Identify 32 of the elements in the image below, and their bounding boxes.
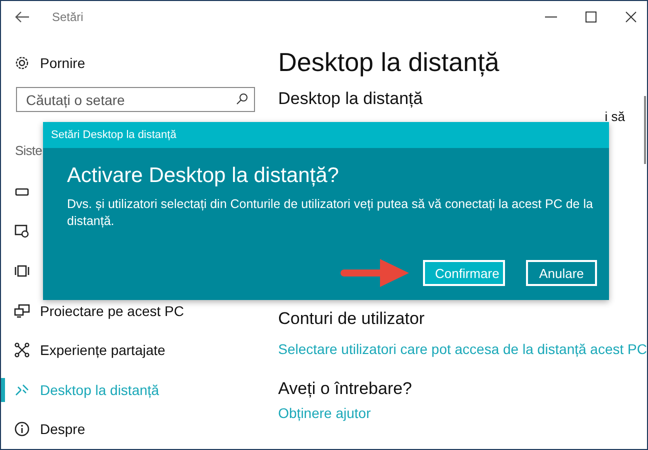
maximize-icon[interactable] [583, 9, 599, 25]
search-icon[interactable] [236, 93, 248, 105]
screens-icon[interactable] [14, 302, 30, 319]
sidebar-item[interactable]: Despre [40, 421, 86, 438]
sidebar-item[interactable]: Experiențe partajate [40, 342, 166, 358]
dialog-heading: Activare Desktop la distanță? [67, 164, 340, 188]
network-icon[interactable] [14, 342, 30, 358]
confirm-button[interactable]: Confirmare [423, 260, 505, 286]
description-text: i să [604, 109, 625, 124]
dialog-message: Dvs. și utilizatori selectați din Conturile de utilizatori veți putea să vă conectați la acest PC de la distanță. [67, 196, 594, 230]
windows-icon[interactable] [14, 262, 30, 279]
info-icon[interactable] [14, 421, 30, 438]
page-title: Desktop la distanță [278, 47, 500, 79]
tablet-icon[interactable] [14, 223, 30, 240]
home-link[interactable]: Pornire [40, 55, 86, 71]
close-icon[interactable] [623, 9, 639, 25]
help-link[interactable]: Obținere ajutor [278, 405, 371, 421]
cancel-button[interactable]: Anulare [526, 260, 597, 286]
sidebar-item[interactable]: Desktop la distanță [40, 382, 160, 398]
section-heading: Conturi de utilizator [278, 309, 426, 329]
section-heading: Aveți o întrebare? [278, 379, 414, 399]
section-heading: Desktop la distanță [278, 89, 424, 109]
back-icon[interactable] [15, 11, 29, 23]
window-title: Setări [52, 10, 84, 24]
section-label: Siste [15, 143, 43, 160]
arrows-icon[interactable] [14, 382, 30, 398]
search-field[interactable]: Căutați o setare [16, 87, 255, 112]
dialog-title: Setări Desktop la distanță [43, 122, 609, 148]
users-link[interactable]: Selectare utilizatori care pot accesa de la distanță acest PC [278, 341, 647, 357]
scrollbar[interactable] [644, 96, 646, 164]
sidebar-item[interactable]: Proiectare pe acest PC [40, 302, 184, 319]
settings-icon[interactable] [14, 55, 30, 71]
